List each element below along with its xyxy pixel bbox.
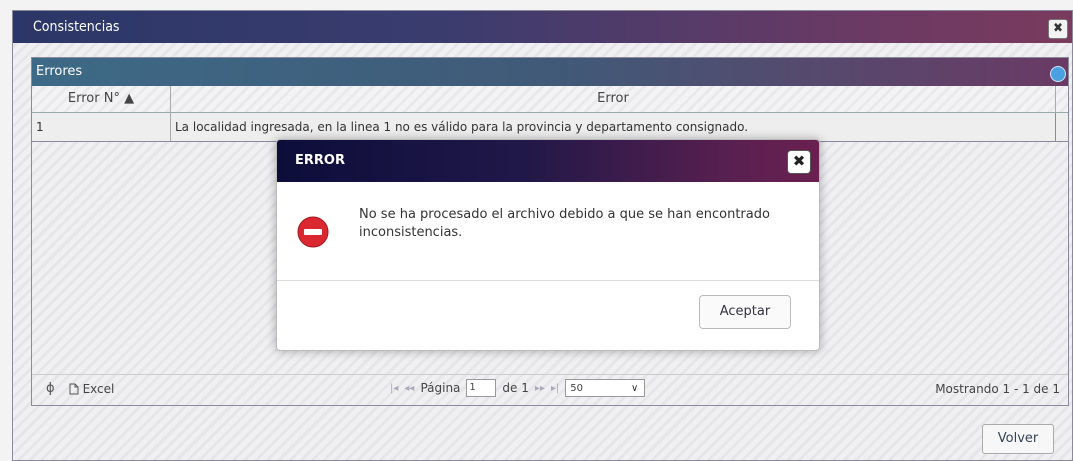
dialog-footer: Aceptar (277, 281, 819, 349)
dialog-title: ERROR (295, 153, 345, 168)
aceptar-button[interactable]: Aceptar (699, 295, 791, 329)
dialog-close-icon[interactable]: ✖ (787, 150, 811, 174)
error-dialog: ERROR ✖ No se ha procesado el archivo de… (276, 139, 820, 351)
modal-overlay: ERROR ✖ No se ha procesado el archivo de… (0, 0, 1073, 461)
error-icon (297, 216, 329, 248)
dialog-body: No se ha procesado el archivo debido a q… (277, 182, 819, 281)
dialog-message: No se ha procesado el archivo debido a q… (359, 207, 770, 240)
dialog-title-bar: ERROR ✖ (277, 140, 819, 182)
